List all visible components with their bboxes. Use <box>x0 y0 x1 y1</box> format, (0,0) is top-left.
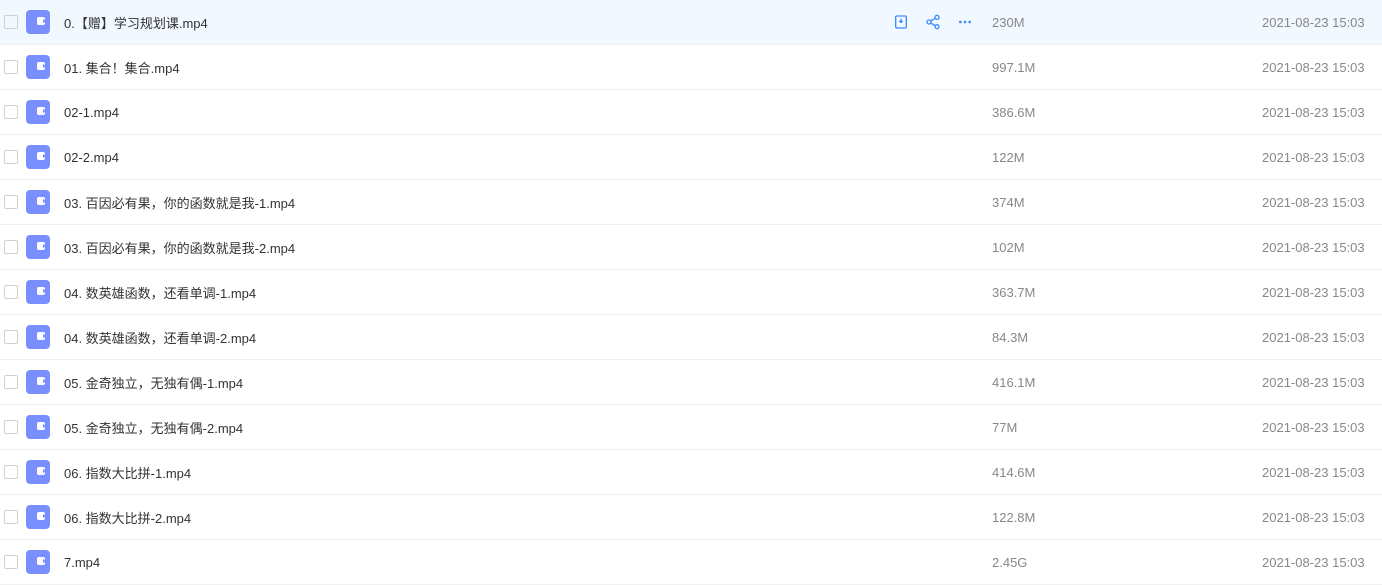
file-size: 77M <box>992 420 1262 435</box>
file-date: 2021-08-23 15:03 <box>1262 150 1382 165</box>
file-row[interactable]: 05. 金奇独立，无独有偶-1.mp4416.1M2021-08-23 15:0… <box>0 360 1382 405</box>
file-size: 363.7M <box>992 285 1262 300</box>
file-date: 2021-08-23 15:03 <box>1262 510 1382 525</box>
row-checkbox[interactable] <box>4 330 18 344</box>
file-list: 0.【赠】学习规划课.mp4230M2021-08-23 15:0301. 集合… <box>0 0 1382 585</box>
video-file-icon <box>26 190 50 214</box>
file-name[interactable]: 06. 指数大比拼-1.mp4 <box>64 463 992 482</box>
file-date: 2021-08-23 15:03 <box>1262 60 1382 75</box>
file-size: 122.8M <box>992 510 1262 525</box>
video-file-icon <box>26 325 50 349</box>
more-icon[interactable] <box>956 13 974 31</box>
file-row[interactable]: 04. 数英雄函数，还看单调-2.mp484.3M2021-08-23 15:0… <box>0 315 1382 360</box>
file-name[interactable]: 03. 百因必有果，你的函数就是我-2.mp4 <box>64 238 992 257</box>
row-checkbox[interactable] <box>4 375 18 389</box>
file-date: 2021-08-23 15:03 <box>1262 420 1382 435</box>
row-checkbox[interactable] <box>4 555 18 569</box>
file-row[interactable]: 04. 数英雄函数，还看单调-1.mp4363.7M2021-08-23 15:… <box>0 270 1382 315</box>
file-date: 2021-08-23 15:03 <box>1262 105 1382 120</box>
file-name[interactable]: 05. 金奇独立，无独有偶-1.mp4 <box>64 373 992 392</box>
file-date: 2021-08-23 15:03 <box>1262 240 1382 255</box>
file-row[interactable]: 03. 百因必有果，你的函数就是我-1.mp4374M2021-08-23 15… <box>0 180 1382 225</box>
file-date: 2021-08-23 15:03 <box>1262 465 1382 480</box>
video-file-icon <box>26 370 50 394</box>
file-name[interactable]: 02-2.mp4 <box>64 150 992 165</box>
share-icon[interactable] <box>924 13 942 31</box>
row-checkbox[interactable] <box>4 510 18 524</box>
file-row[interactable]: 01. 集合！集合.mp4997.1M2021-08-23 15:03 <box>0 45 1382 90</box>
file-name[interactable]: 04. 数英雄函数，还看单调-2.mp4 <box>64 328 992 347</box>
video-file-icon <box>26 415 50 439</box>
file-date: 2021-08-23 15:03 <box>1262 330 1382 345</box>
row-checkbox[interactable] <box>4 285 18 299</box>
video-file-icon <box>26 10 50 34</box>
file-row[interactable]: 02-2.mp4122M2021-08-23 15:03 <box>0 135 1382 180</box>
file-row[interactable]: 06. 指数大比拼-1.mp4414.6M2021-08-23 15:03 <box>0 450 1382 495</box>
file-name[interactable]: 06. 指数大比拼-2.mp4 <box>64 508 992 527</box>
file-row[interactable]: 03. 百因必有果，你的函数就是我-2.mp4102M2021-08-23 15… <box>0 225 1382 270</box>
row-hover-actions <box>892 13 992 31</box>
row-checkbox[interactable] <box>4 195 18 209</box>
file-size: 84.3M <box>992 330 1262 345</box>
file-row[interactable]: 05. 金奇独立，无独有偶-2.mp477M2021-08-23 15:03 <box>0 405 1382 450</box>
file-name[interactable]: 02-1.mp4 <box>64 105 992 120</box>
download-icon[interactable] <box>892 13 910 31</box>
row-checkbox[interactable] <box>4 420 18 434</box>
file-name[interactable]: 7.mp4 <box>64 555 992 570</box>
row-checkbox[interactable] <box>4 240 18 254</box>
file-size: 997.1M <box>992 60 1262 75</box>
row-checkbox[interactable] <box>4 15 18 29</box>
row-checkbox[interactable] <box>4 465 18 479</box>
video-file-icon <box>26 100 50 124</box>
file-size: 102M <box>992 240 1262 255</box>
file-name[interactable]: 01. 集合！集合.mp4 <box>64 58 992 77</box>
file-date: 2021-08-23 15:03 <box>1262 195 1382 210</box>
file-date: 2021-08-23 15:03 <box>1262 285 1382 300</box>
file-name[interactable]: 04. 数英雄函数，还看单调-1.mp4 <box>64 283 992 302</box>
row-checkbox[interactable] <box>4 105 18 119</box>
video-file-icon <box>26 235 50 259</box>
file-name[interactable]: 03. 百因必有果，你的函数就是我-1.mp4 <box>64 193 992 212</box>
video-file-icon <box>26 505 50 529</box>
file-size: 374M <box>992 195 1262 210</box>
file-date: 2021-08-23 15:03 <box>1262 375 1382 390</box>
file-size: 416.1M <box>992 375 1262 390</box>
file-date: 2021-08-23 15:03 <box>1262 555 1382 570</box>
file-name[interactable]: 0.【赠】学习规划课.mp4 <box>64 13 892 32</box>
file-size: 122M <box>992 150 1262 165</box>
video-file-icon <box>26 145 50 169</box>
row-checkbox[interactable] <box>4 60 18 74</box>
video-file-icon <box>26 550 50 574</box>
file-size: 414.6M <box>992 465 1262 480</box>
file-size: 386.6M <box>992 105 1262 120</box>
file-size: 230M <box>992 15 1262 30</box>
video-file-icon <box>26 280 50 304</box>
file-name[interactable]: 05. 金奇独立，无独有偶-2.mp4 <box>64 418 992 437</box>
row-checkbox[interactable] <box>4 150 18 164</box>
file-row[interactable]: 02-1.mp4386.6M2021-08-23 15:03 <box>0 90 1382 135</box>
file-size: 2.45G <box>992 555 1262 570</box>
file-row[interactable]: 0.【赠】学习规划课.mp4 230M2021-08-23 15:03 <box>0 0 1382 45</box>
file-row[interactable]: 7.mp42.45G2021-08-23 15:03 <box>0 540 1382 585</box>
video-file-icon <box>26 55 50 79</box>
video-file-icon <box>26 460 50 484</box>
file-row[interactable]: 06. 指数大比拼-2.mp4122.8M2021-08-23 15:03 <box>0 495 1382 540</box>
file-date: 2021-08-23 15:03 <box>1262 15 1382 30</box>
